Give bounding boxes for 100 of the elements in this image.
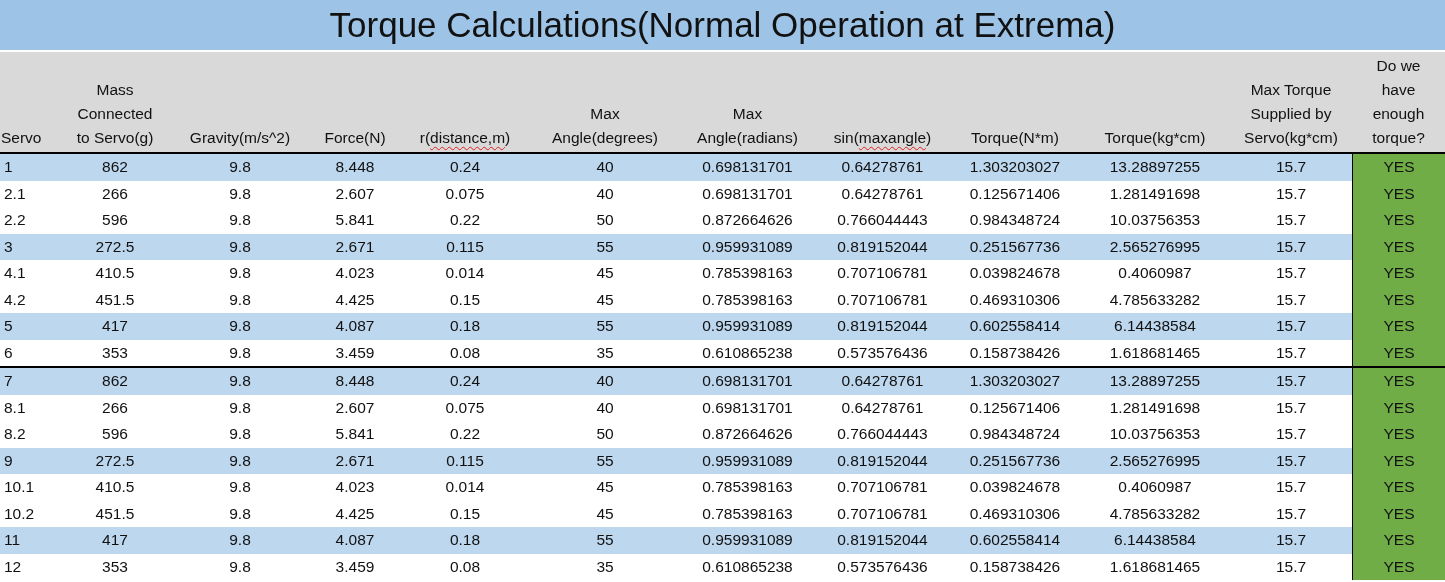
table-cell-text: 0.707106781: [836, 477, 929, 498]
table-cell-text: 4.023: [334, 263, 376, 284]
status-cell: YES: [1352, 313, 1445, 340]
column-header: Max Angle(radians): [696, 104, 799, 148]
table-cell-text: 0.15: [448, 289, 482, 310]
table-cell-text: 0.872664626: [701, 210, 794, 231]
table-cell-text: 4.2: [3, 289, 27, 310]
table-cell-text: 0.698131701: [701, 371, 794, 392]
table-cell-text: 0.251567736: [968, 236, 1062, 257]
table-cell-text: 0.115: [445, 236, 485, 257]
table-cell-text: 13.28897255: [1108, 157, 1202, 178]
table-cell-text: 0.039824678: [968, 263, 1062, 284]
table-cell-text: 4.785633282: [1108, 503, 1202, 524]
table-cell-text: 40: [595, 157, 615, 178]
table-cell-text: 451.5: [94, 503, 136, 524]
status-cell: YES: [1352, 180, 1445, 207]
column-header: Force(N): [323, 128, 387, 148]
table-cell-text: 0.22: [448, 424, 482, 445]
table-cell-text: 13.28897255: [1108, 371, 1202, 392]
status-cell: YES: [1352, 368, 1445, 395]
table-cell-text: 15.7: [1274, 157, 1308, 178]
table-cell-text: 0.698131701: [701, 157, 794, 178]
table-cell-text: 9.8: [228, 342, 252, 363]
table-cell-text: 3: [3, 236, 14, 257]
table-cell-text: 9.8: [228, 316, 252, 337]
table-cell-text: 596: [101, 210, 129, 231]
table-cell-text: 0.158738426: [968, 556, 1062, 577]
table-cell-text: 3.459: [334, 556, 376, 577]
table-cell-text: 3.459: [334, 342, 376, 363]
table-cell-text: 0.014: [444, 477, 486, 498]
table-cell-text: 272.5: [94, 236, 136, 257]
table-cell-text: 35: [595, 342, 615, 363]
table-cell-text: 4.425: [334, 503, 376, 524]
table-cell-text: 596: [101, 424, 129, 445]
table-cell-text: 40: [595, 371, 615, 392]
table-cell-text: 2.671: [334, 450, 376, 471]
table-cell-text: 0.785398163: [701, 263, 794, 284]
table-cell-text: 15.7: [1274, 503, 1308, 524]
table-cell-text: 0.014: [444, 263, 486, 284]
table-cell-text: 5.841: [334, 424, 376, 445]
table-cell-text: 417: [101, 316, 129, 337]
sheet-title: Torque Calculations(Normal Operation at Extrema): [0, 0, 1445, 52]
status-cell: YES: [1352, 339, 1445, 366]
column-header: r(distance,m): [418, 128, 512, 148]
table-cell-text: 2.607: [334, 183, 376, 204]
table-cell-text: 11: [3, 530, 22, 551]
table-cell-text: 2.671: [334, 236, 376, 257]
table-cell-text: 10.03756353: [1108, 424, 1202, 445]
table-cell-text: 15.7: [1274, 263, 1308, 284]
table-cell-text: 0.22: [448, 210, 482, 231]
table-cell-text: 40: [595, 183, 615, 204]
table-cell-text: 15.7: [1274, 371, 1308, 392]
table-cell-text: 0.08: [448, 556, 482, 577]
table-cell-text: 0.959931089: [701, 530, 794, 551]
table-cell-text: 2.565276995: [1108, 236, 1202, 257]
table-cell-text: 1.303203027: [968, 371, 1062, 392]
table-cell-text: 1.281491698: [1108, 183, 1202, 204]
table-cell-text: 1.618681465: [1108, 556, 1202, 577]
table-cell-text: 1.281491698: [1108, 397, 1202, 418]
table-cell-text: 0.698131701: [701, 397, 794, 418]
column-header: Max Angle(degrees): [551, 104, 659, 148]
table-cell-text: 0.573576436: [836, 342, 929, 363]
status-cell: YES: [1352, 207, 1445, 234]
table-cell-text: 35: [595, 556, 615, 577]
table-cell-text: 9.8: [228, 397, 252, 418]
status-cell: YES: [1352, 553, 1445, 580]
table-cell-text: 272.5: [94, 450, 136, 471]
table-cell-text: 4.023: [334, 477, 376, 498]
table-cell-text: 15.7: [1274, 236, 1308, 257]
table-cell-text: 9.8: [228, 183, 252, 204]
table-cell-text: 6.14438584: [1113, 530, 1197, 551]
table-cell-text: 15.7: [1274, 316, 1308, 337]
table-cell-text: 0.4060987: [1117, 477, 1193, 498]
table-cell-text: 45: [595, 477, 615, 498]
table-cell-text: 410.5: [94, 263, 136, 284]
table-cell-text: 0.785398163: [701, 503, 794, 524]
table-cell-text: 15.7: [1274, 477, 1308, 498]
table-cell-text: 0.819152044: [836, 450, 929, 471]
table-cell-text: 0.15: [448, 503, 482, 524]
table-cell-text: 50: [595, 210, 615, 231]
table-cell-text: 4.087: [334, 316, 376, 337]
table-cell-text: 862: [101, 371, 129, 392]
table-cell-text: 0.766044443: [836, 424, 929, 445]
table-cell-text: 55: [595, 450, 615, 471]
table-cell-text: 9.8: [228, 477, 252, 498]
table-cell-text: 2.565276995: [1108, 450, 1202, 471]
table-cell-text: 0.4060987: [1117, 263, 1193, 284]
table-cell-text: 15.7: [1274, 210, 1308, 231]
table-cell-text: 45: [595, 503, 615, 524]
table-cell-text: 353: [101, 342, 129, 363]
column-header: Mass Connected to Servo(g): [75, 80, 155, 148]
table-cell-text: 0.469310306: [968, 503, 1062, 524]
table-cell-text: 0.64278761: [840, 183, 925, 204]
table-cell-text: 15.7: [1274, 289, 1308, 310]
table-cell-text: 0.707106781: [836, 263, 929, 284]
table-cell-text: 45: [595, 263, 615, 284]
table-cell-text: 0.075: [444, 397, 486, 418]
table-cell-text: 410.5: [94, 477, 136, 498]
table-cell-text: 15.7: [1274, 397, 1308, 418]
table-cell-text: 9.8: [228, 210, 252, 231]
